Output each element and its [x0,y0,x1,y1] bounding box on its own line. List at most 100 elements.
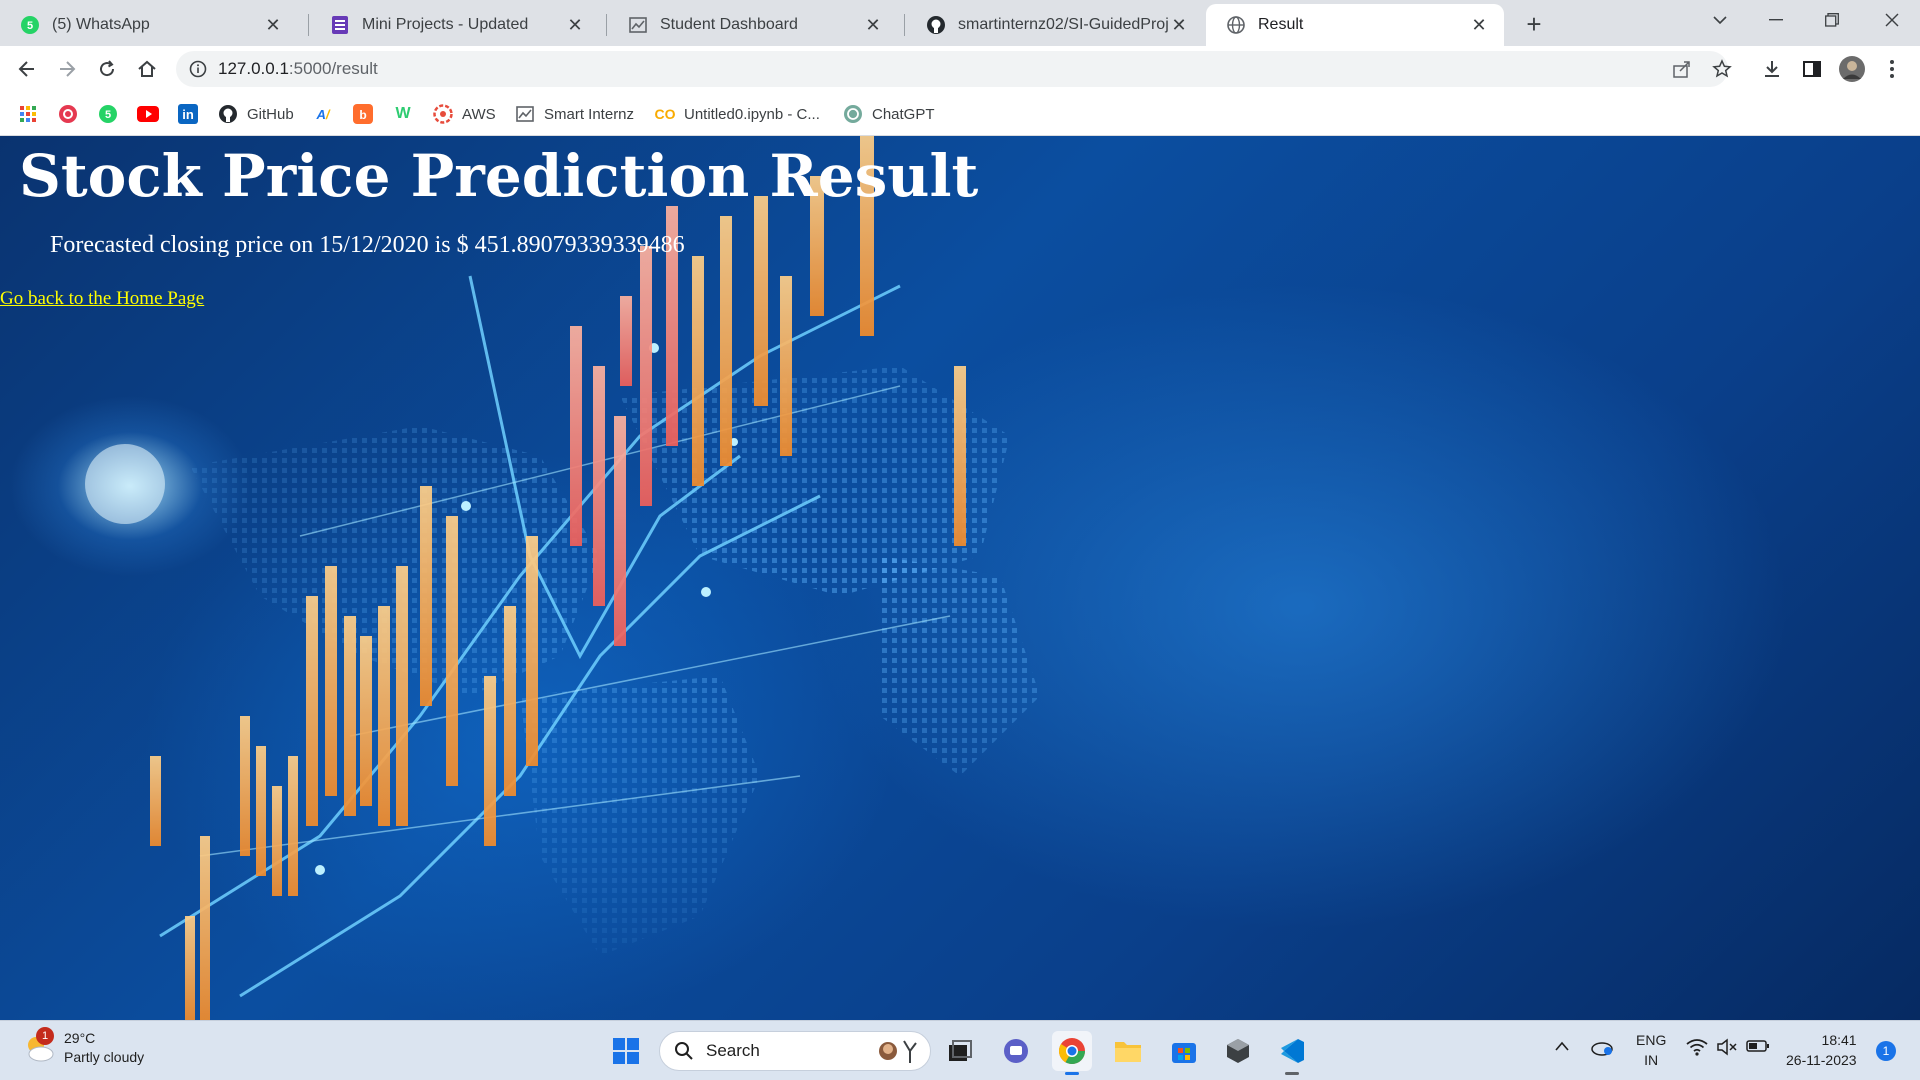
globe-icon [1226,15,1246,35]
bookmarks-bar: 5 in GitHub A / b W AWS Smart Internz CO … [0,92,1920,136]
clock-time: 18:41 [1821,1032,1857,1048]
tab-title: smartinternz02/SI-GuidedProjec [958,16,1168,33]
close-icon[interactable]: ✕ [564,14,586,36]
wifi-icon[interactable] [1686,1038,1708,1059]
reload-button[interactable] [91,53,123,85]
taskbar-search-box[interactable]: Search [659,1031,931,1071]
downloads-button[interactable] [1756,53,1788,85]
new-tab-button[interactable]: + [1518,8,1550,40]
weather-widget[interactable]: 1 29°C Partly cloudy [22,1027,145,1067]
chrome-taskbar-button[interactable] [1052,1031,1092,1075]
store-icon [1172,1043,1196,1063]
tab-whatsapp[interactable]: 5 (5) WhatsApp ✕ [0,4,298,46]
stock-chart-background-image [85,136,1040,1020]
home-icon [138,60,156,77]
site-info-icon[interactable] [188,59,208,79]
home-page-link[interactable]: Go back to the Home Page [0,288,204,310]
chatgpt-icon [842,103,864,125]
tab-title: Result [1258,16,1304,33]
teams-chat-button[interactable] [996,1031,1036,1071]
tab-result[interactable]: Result ✕ [1206,4,1504,46]
github-icon [217,103,239,125]
bookmark-red-app[interactable] [57,102,87,126]
language-indicator[interactable]: ENG IN [1636,1030,1666,1070]
bookmark-orange-icon: b [352,103,374,125]
close-icon[interactable]: ✕ [1468,14,1490,36]
task-view-button[interactable] [940,1031,980,1071]
battery-icon[interactable] [1746,1039,1770,1056]
bookmark-ai[interactable]: A / [312,102,342,126]
clock-date: 26-11-2023 [1786,1052,1857,1068]
side-panel-button[interactable] [1796,53,1828,85]
close-icon[interactable]: ✕ [262,14,284,36]
close-icon[interactable]: ✕ [862,14,884,36]
language-line-2: IN [1644,1052,1659,1068]
bookmark-label: ChatGPT [872,105,935,123]
url-host: 127.0.0.1 [218,59,289,78]
forward-button[interactable] [51,53,83,85]
windows-taskbar: 1 29°C Partly cloudy Search ENG IN 18:41… [0,1020,1920,1080]
bookmark-star-icon[interactable] [1710,57,1734,81]
task-view-icon [949,1040,972,1061]
file-explorer-button[interactable] [1108,1031,1148,1071]
bookmark-whatsapp[interactable]: 5 [97,102,127,126]
share-icon[interactable] [1670,57,1694,81]
svg-text:5: 5 [27,20,33,32]
minimize-button[interactable] [1748,0,1804,40]
bookmark-label: Untitled0.ipynb - C... [684,105,820,123]
w-icon: W [395,105,411,122]
svg-text:in: in [182,107,194,122]
linkedin-icon: in [177,103,199,125]
back-button[interactable] [11,53,43,85]
youtube-icon [137,103,159,125]
search-placeholder: Search [706,1041,760,1060]
tab-github[interactable]: smartinternz02/SI-GuidedProjec ✕ [906,4,1204,46]
notification-badge[interactable]: 1 [1876,1041,1896,1061]
bookmark-w[interactable]: W [392,102,422,126]
tab-title: Mini Projects - Updated [362,16,529,33]
bookmark-github[interactable]: GitHub [217,102,294,126]
app-hexagon-button[interactable] [1218,1031,1258,1071]
tab-mini-projects[interactable]: Mini Projects - Updated ✕ [310,4,600,46]
url-text[interactable]: 127.0.0.1:5000/result [218,59,378,79]
restore-button[interactable] [1804,0,1860,40]
profile-avatar[interactable] [1836,53,1868,85]
microsoft-store-button[interactable] [1164,1031,1204,1071]
close-icon[interactable]: ✕ [1168,14,1190,36]
search-highlight-image [879,1040,917,1063]
weather-condition: Partly cloudy [64,1049,145,1065]
back-arrow-icon [18,61,34,77]
menu-button[interactable] [1876,53,1908,85]
onedrive-icon[interactable] [1590,1037,1614,1060]
system-clock[interactable]: 18:41 26-11-2023 [1786,1030,1857,1070]
tab-title: (5) WhatsApp [52,16,150,33]
browser-toolbar: 127.0.0.1:5000/result [0,46,1920,92]
tab-title: Student Dashboard [660,16,798,33]
bookmark-smart-internz[interactable]: Smart Internz [514,102,634,126]
tab-search-chevron-icon[interactable] [1692,0,1748,40]
bookmark-linkedin[interactable]: in [177,102,207,126]
dashboard-icon [628,15,648,35]
address-bar[interactable]: 127.0.0.1:5000/result [176,51,1732,87]
bookmark-youtube[interactable] [137,102,167,126]
bookmark-label: Smart Internz [544,105,635,123]
apps-icon [17,103,39,125]
vscode-button[interactable] [1272,1031,1312,1075]
whatsapp-icon: 5 [97,103,119,125]
active-indicator [1065,1072,1079,1075]
tab-student-dashboard[interactable]: Student Dashboard ✕ [608,4,898,46]
start-button[interactable] [606,1031,646,1071]
svg-text:b: b [359,108,366,122]
bookmark-orange[interactable]: b [352,102,382,126]
close-window-button[interactable] [1864,0,1920,40]
smartinternz-icon [514,103,536,125]
bookmark-colab[interactable]: CO Untitled0.ipynb - C... [654,102,820,126]
home-button[interactable] [131,53,163,85]
hexagon-app-icon [1227,1039,1249,1063]
bookmark-apps[interactable] [17,102,47,126]
bookmark-chatgpt[interactable]: ChatGPT [842,102,935,126]
download-icon [1765,61,1779,77]
volume-muted-icon[interactable] [1716,1038,1738,1059]
show-hidden-icons-chevron[interactable] [1554,1039,1570,1055]
bookmark-aws[interactable]: AWS [432,102,496,126]
